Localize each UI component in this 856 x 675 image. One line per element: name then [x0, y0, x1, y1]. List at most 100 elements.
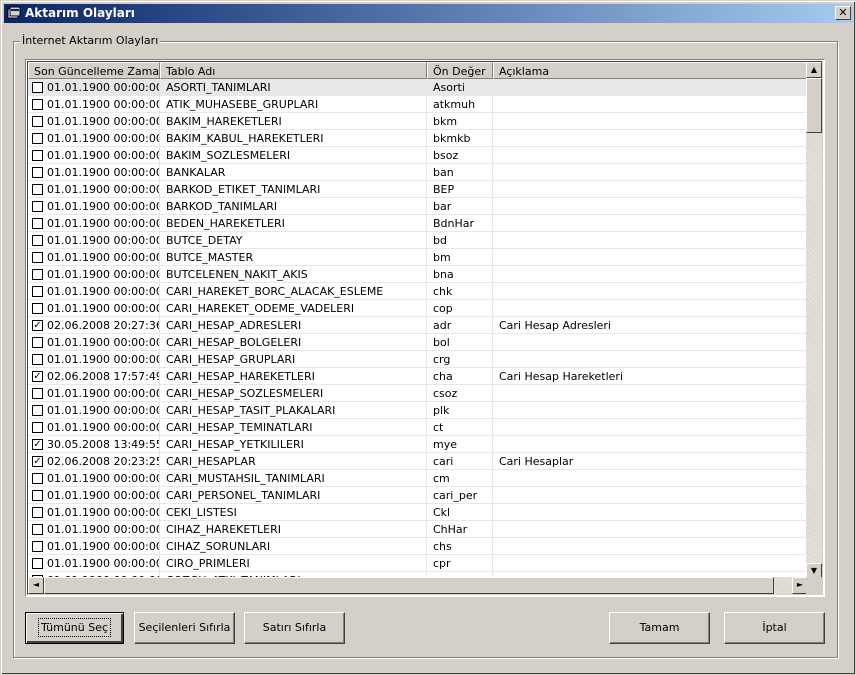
row-checkbox[interactable] [32, 507, 43, 518]
cell-prefix: crg [427, 351, 493, 367]
row-checkbox[interactable] [32, 490, 43, 501]
row-checkbox[interactable] [32, 473, 43, 484]
table-row[interactable]: 01.01.1900 00:00:00 BAKIM_SOZLESMELERI bso… [28, 147, 808, 164]
table-row[interactable]: ✓ 30.05.2008 13:49:55 CARI_HESAP_YETKILILE… [28, 436, 808, 453]
table-row[interactable]: 01.01.1900 00:00:00 BUTCE_DETAY bd [28, 232, 808, 249]
cell-last-update: 01.01.1900 00:00:00 [28, 96, 160, 112]
events-listview[interactable]: Son Güncelleme Zamanı Tablo Adı Ön Değer… [25, 59, 825, 597]
table-row[interactable]: 01.01.1900 00:00:00 BUTCE_MASTER bm [28, 249, 808, 266]
table-row[interactable]: 01.01.1900 00:00:00 CARI_HESAP_TASIT_PLAK… [28, 402, 808, 419]
cell-description [493, 504, 808, 520]
table-row[interactable]: 01.01.1900 00:00:00 CARI_MUSTAHSIL_TANIML… [28, 470, 808, 487]
table-row[interactable]: 01.01.1900 00:00:00 BANKALAR ban [28, 164, 808, 181]
last-update-text: 01.01.1900 00:00:00 [47, 166, 160, 179]
cell-table-name: BUTCE_MASTER [160, 249, 427, 265]
row-checkbox[interactable] [32, 235, 43, 246]
table-row[interactable]: ✓ 02.06.2008 20:23:25 CARI_HESAPLAR cari Car… [28, 453, 808, 470]
row-checkbox[interactable] [32, 422, 43, 433]
table-row[interactable]: ✓ 02.06.2008 17:57:49 CARI_HESAP_HAREKETLE… [28, 368, 808, 385]
reset-row-button[interactable]: Satırı Sıfırla [244, 612, 345, 644]
row-checkbox[interactable] [32, 99, 43, 110]
cell-prefix: cop [427, 300, 493, 316]
last-update-text: 01.01.1900 00:00:00 [47, 251, 160, 264]
table-row[interactable]: 01.01.1900 00:00:00 ATIK_MUHASEBE_GRUPLAR… [28, 96, 808, 113]
table-row[interactable]: 01.01.1900 00:00:00 CIHAZ_HAREKETLERI ChHa… [28, 521, 808, 538]
cell-last-update: 01.01.1900 00:00:00 [28, 504, 160, 520]
table-row[interactable]: 01.01.1900 00:00:00 CARI_HAREKET_BORC_ALA… [28, 283, 808, 300]
row-checkbox[interactable] [32, 269, 43, 280]
row-checkbox[interactable]: ✓ [32, 371, 43, 382]
column-header-description[interactable]: Açıklama [493, 62, 808, 79]
row-checkbox[interactable] [32, 286, 43, 297]
column-header-last-update[interactable]: Son Güncelleme Zamanı [28, 62, 160, 79]
cell-table-name: ASORTI_TANIMLARI [160, 79, 427, 95]
cell-last-update: 01.01.1900 00:00:00 [28, 79, 160, 95]
cell-last-update: 01.01.1900 00:00:00 [28, 181, 160, 197]
row-checkbox[interactable] [32, 133, 43, 144]
table-row[interactable]: 01.01.1900 00:00:00 BEDEN_HAREKETLERI BdnH… [28, 215, 808, 232]
cell-last-update: 01.01.1900 00:00:00 [28, 113, 160, 129]
table-row[interactable]: 01.01.1900 00:00:00 CARI_PERSONEL_TANIMLA… [28, 487, 808, 504]
row-checkbox[interactable] [32, 252, 43, 263]
table-row[interactable]: ✓ 02.06.2008 20:27:36 CARI_HESAP_ADRESLERI… [28, 317, 808, 334]
close-button[interactable]: ✕ [835, 6, 851, 20]
table-row[interactable]: 01.01.1900 00:00:00 CARI_HESAP_BOLGELERI b… [28, 334, 808, 351]
row-checkbox[interactable] [32, 337, 43, 348]
table-row[interactable]: 01.01.1900 00:00:00 CIHAZ_SORUNLARI chs [28, 538, 808, 555]
vertical-scroll-thumb[interactable] [806, 78, 822, 133]
select-all-button[interactable]: Tümünü Seç [25, 612, 124, 644]
row-checkbox[interactable] [32, 354, 43, 365]
table-row[interactable]: 01.01.1900 00:00:00 CEKI_LISTESI Ckl [28, 504, 808, 521]
row-checkbox[interactable] [32, 218, 43, 229]
table-row[interactable]: 01.01.1900 00:00:00 CARI_HESAP_TEMINATLAR… [28, 419, 808, 436]
cell-last-update: 01.01.1900 00:00:00 [28, 164, 160, 180]
horizontal-scroll-thumb[interactable] [44, 577, 774, 594]
row-checkbox[interactable] [32, 184, 43, 195]
table-row[interactable]: 01.01.1900 00:00:00 CARI_HESAP_GRUPLARI cr… [28, 351, 808, 368]
row-checkbox[interactable] [32, 116, 43, 127]
table-row[interactable]: 01.01.1900 00:00:00 BUTCELENEN_NAKIT_AKIS… [28, 266, 808, 283]
row-checkbox[interactable] [32, 82, 43, 93]
cell-table-name: ATIK_MUHASEBE_GRUPLARI [160, 96, 427, 112]
row-checkbox[interactable] [32, 150, 43, 161]
horizontal-scrollbar[interactable]: ◄ ► [28, 577, 808, 594]
column-header-prefix[interactable]: Ön Değer [427, 62, 493, 79]
last-update-text: 30.05.2008 13:49:55 [47, 438, 160, 451]
table-row[interactable]: 01.01.1900 00:00:00 BAKIM_KABUL_HAREKETLE… [28, 130, 808, 147]
row-checkbox[interactable] [32, 405, 43, 416]
table-row[interactable]: 01.01.1900 00:00:00 ASORTI_TANIMLARI Asort… [28, 79, 808, 96]
table-row[interactable]: 01.01.1900 00:00:00 CIRO_PRIMLERI cpr [28, 555, 808, 572]
reset-selected-label: Seçilenleri Sıfırla [138, 621, 231, 634]
title-bar[interactable]: Aktarım Olayları ✕ [4, 4, 853, 23]
row-checkbox[interactable] [32, 303, 43, 314]
cell-last-update: 01.01.1900 00:00:00 [28, 147, 160, 163]
row-checkbox[interactable] [32, 167, 43, 178]
row-checkbox[interactable]: ✓ [32, 456, 43, 467]
scroll-left-button[interactable]: ◄ [28, 577, 44, 594]
row-checkbox[interactable] [32, 388, 43, 399]
cell-description [493, 215, 808, 231]
table-row[interactable]: 01.01.1900 00:00:00 CARI_HESAP_SOZLESMELE… [28, 385, 808, 402]
row-checkbox[interactable] [32, 524, 43, 535]
row-checkbox[interactable]: ✓ [32, 320, 43, 331]
row-checkbox[interactable] [32, 558, 43, 569]
cell-last-update: 01.01.1900 00:00:00 [28, 215, 160, 231]
cell-description: Cari Hesaplar [493, 453, 808, 469]
reset-selected-button[interactable]: Seçilenleri Sıfırla [134, 612, 235, 644]
column-header-table-name[interactable]: Tablo Adı [160, 62, 427, 79]
table-row[interactable]: 01.01.1900 00:00:00 BAKIM_HAREKETLERI bkm [28, 113, 808, 130]
scroll-up-button[interactable]: ▲ [806, 62, 822, 78]
row-checkbox[interactable]: ✓ [32, 439, 43, 450]
table-row[interactable]: 01.01.1900 00:00:00 BARKOD_TANIMLARI bar [28, 198, 808, 215]
cell-prefix: chk [427, 283, 493, 299]
table-row[interactable]: 01.01.1900 00:00:00 CARI_HAREKET_ODEME_VA… [28, 300, 808, 317]
cell-table-name: CARI_HAREKET_BORC_ALACAK_ESLEME [160, 283, 427, 299]
row-checkbox[interactable] [32, 201, 43, 212]
vertical-scrollbar[interactable]: ▲ ▼ [806, 62, 822, 579]
cell-table-name: CARI_HESAP_TASIT_PLAKALARI [160, 402, 427, 418]
row-checkbox[interactable] [32, 541, 43, 552]
ok-button[interactable]: Tamam [609, 612, 710, 644]
cancel-button[interactable]: İptal [724, 612, 825, 644]
table-row[interactable]: 01.01.1900 00:00:00 BARKOD_ETIKET_TANIMLA… [28, 181, 808, 198]
cell-description [493, 113, 808, 129]
